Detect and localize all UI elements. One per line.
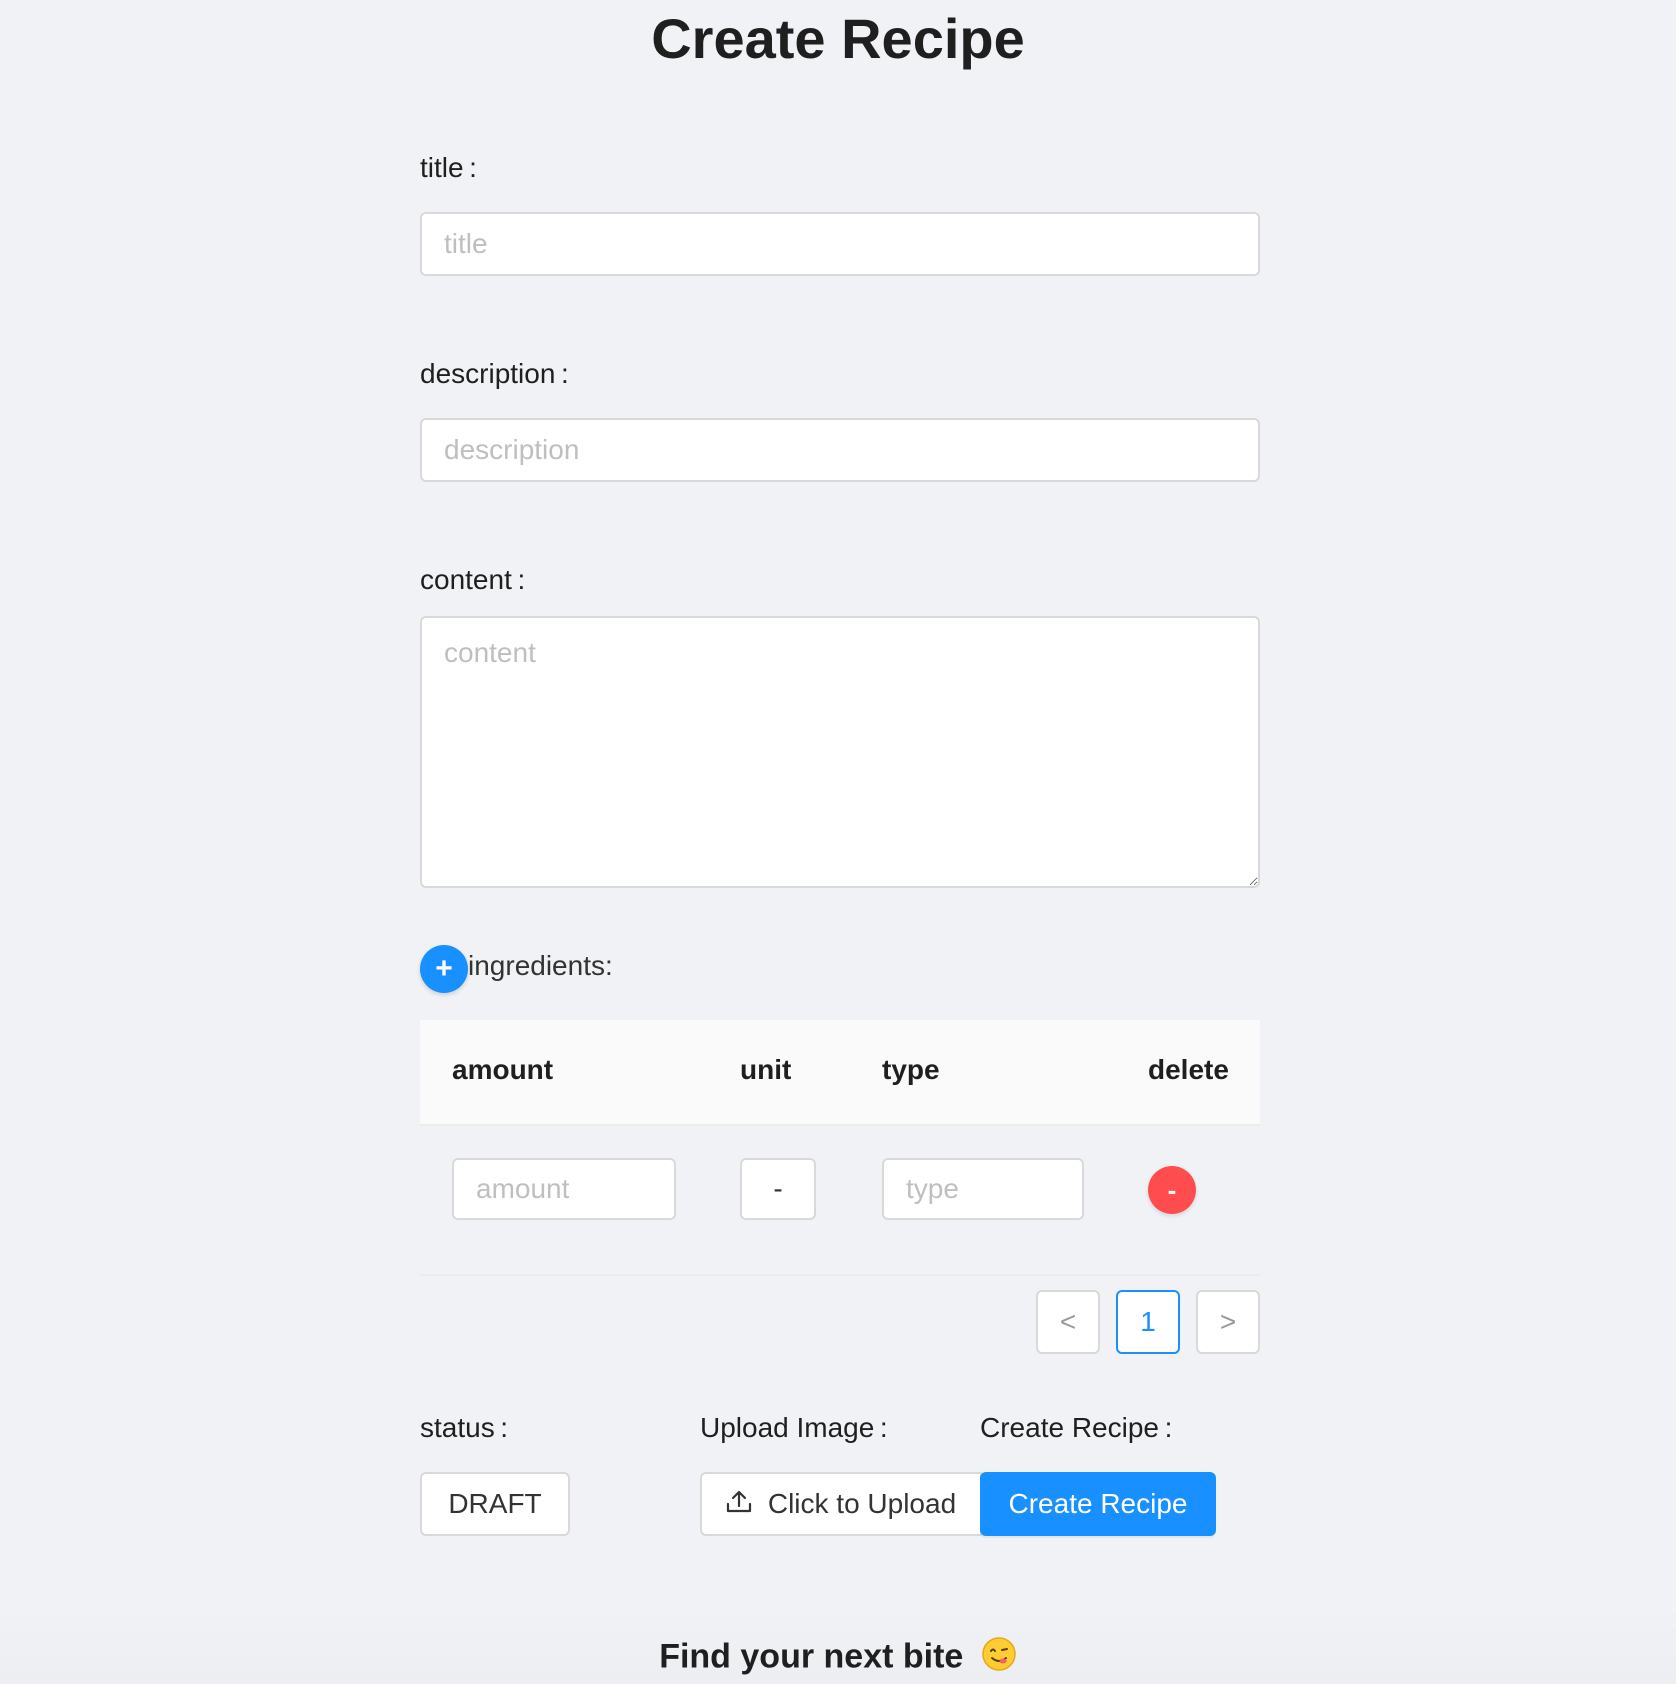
footer-text: Find your next bite [659, 1637, 964, 1676]
create-recipe-label: Create Recipe : [980, 1412, 1173, 1443]
plus-icon: + [435, 952, 453, 985]
yum-face-icon [981, 1636, 1017, 1681]
add-ingredient-button[interactable]: + [420, 945, 468, 993]
create-recipe-page: Create Recipe title : description : cont… [0, 0, 1676, 1684]
delete-ingredient-button[interactable]: - [1148, 1166, 1196, 1214]
content-textarea[interactable] [420, 616, 1260, 888]
title-label: title : [420, 152, 477, 183]
pagination-prev-button[interactable]: < [1036, 1290, 1100, 1354]
create-recipe-button[interactable]: Create Recipe [980, 1472, 1216, 1536]
table-header: amount unit type delete [420, 1020, 1260, 1126]
table-row: - - [420, 1126, 1260, 1276]
type-input[interactable] [882, 1158, 1084, 1220]
footer: Find your next bite [0, 1636, 1676, 1681]
title-input[interactable] [420, 212, 1260, 276]
upload-image-label: Upload Image : [700, 1412, 888, 1443]
chevron-right-icon: > [1219, 1306, 1237, 1337]
pagination-page-1[interactable]: 1 [1116, 1290, 1180, 1354]
ingredients-label: ingredients: [468, 950, 613, 981]
column-header-amount: amount [452, 1054, 554, 1085]
amount-input[interactable] [452, 1158, 676, 1220]
column-header-type: type [882, 1054, 940, 1085]
minus-icon: - [1167, 1174, 1177, 1205]
status-button[interactable]: DRAFT [420, 1472, 570, 1536]
unit-select[interactable]: - [740, 1158, 816, 1220]
ingredients-table: amount unit type delete - - [420, 1020, 1260, 1276]
pagination-next-button[interactable]: > [1196, 1290, 1260, 1354]
content-label: content : [420, 564, 526, 595]
column-header-unit: unit [740, 1054, 792, 1085]
upload-button[interactable]: Click to Upload [700, 1472, 982, 1536]
chevron-left-icon: < [1059, 1306, 1077, 1337]
column-header-delete: delete [1148, 1054, 1229, 1085]
status-label: status : [420, 1412, 509, 1443]
description-label: description : [420, 358, 569, 389]
description-input[interactable] [420, 418, 1260, 482]
upload-button-label: Click to Upload [767, 1488, 957, 1519]
page-title: Create Recipe [651, 7, 1025, 70]
upload-icon [726, 1488, 752, 1520]
